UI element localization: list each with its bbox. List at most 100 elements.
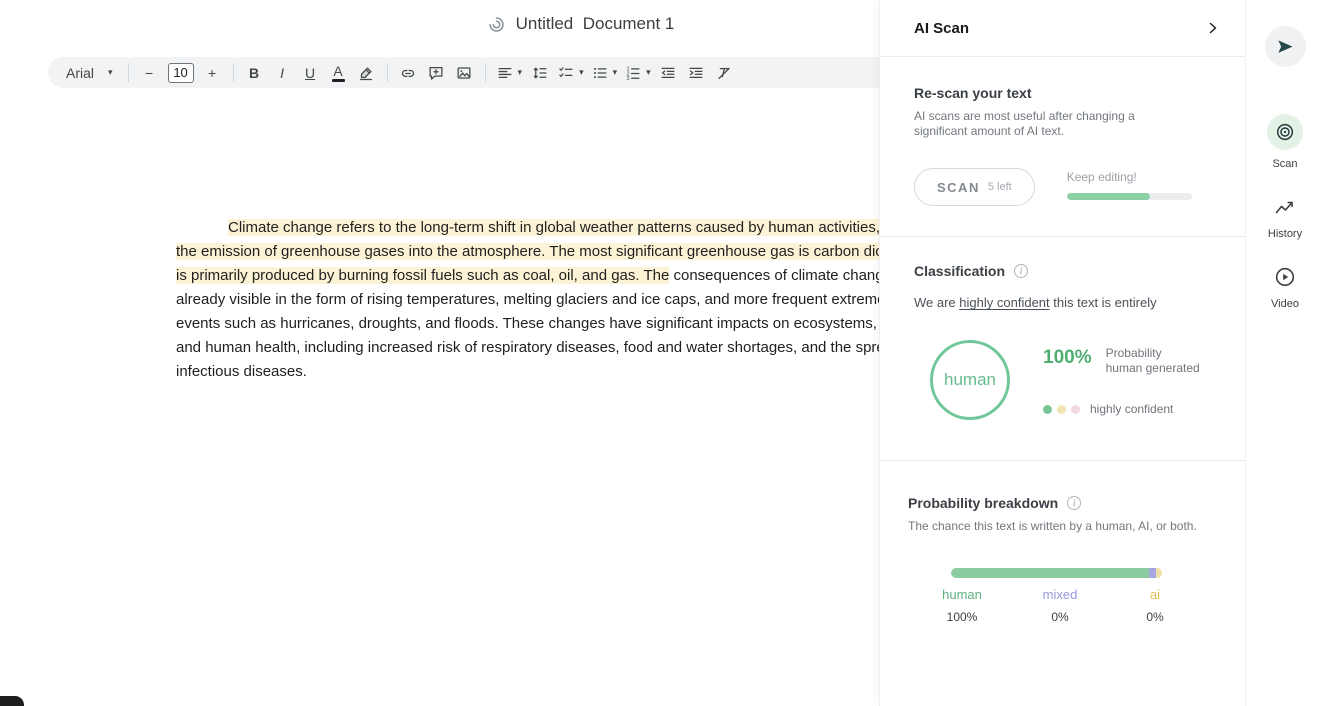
breakdown-ai-column: ai 0% xyxy=(1146,587,1163,624)
probability-percent-label: Probability human generated xyxy=(1106,346,1200,376)
chevron-down-icon: ▾ xyxy=(646,68,651,77)
document-title[interactable]: Untitled Document 1 xyxy=(516,14,675,34)
breakdown-human-column: human 100% xyxy=(942,587,982,624)
breakdown-segment-mixed xyxy=(1149,568,1156,578)
breakdown-value-human: 100% xyxy=(942,610,982,624)
outdent-icon xyxy=(659,64,677,82)
info-icon[interactable]: i xyxy=(1067,496,1081,510)
clear-formatting-button[interactable] xyxy=(711,60,738,86)
keep-editing-label: Keep editing! xyxy=(1067,170,1192,184)
ai-scan-panel-header: AI Scan xyxy=(880,0,1245,57)
confidence-label: highly confident xyxy=(1090,402,1173,416)
badge-label: human xyxy=(944,370,996,390)
chevron-down-icon: ▾ xyxy=(108,68,113,77)
breakdown-segment-ai xyxy=(1156,568,1162,578)
confidence-dot-yellow xyxy=(1057,405,1066,414)
comment-add-icon xyxy=(427,64,445,82)
classification-section: Classification i We are highly confident… xyxy=(880,237,1245,461)
toolbar-divider xyxy=(233,63,234,82)
scan-button-label: SCAN xyxy=(937,180,980,195)
classification-statement: We are highly confident this text is ent… xyxy=(914,295,1215,310)
info-icon[interactable]: i xyxy=(1014,264,1028,278)
sidebar-label-scan: Scan xyxy=(1272,158,1297,170)
text-color-button[interactable]: A xyxy=(325,60,352,86)
breakdown-label-human: human xyxy=(942,587,982,602)
underline-button[interactable]: U xyxy=(297,60,324,86)
breakdown-label-mixed: mixed xyxy=(1043,587,1078,602)
sidebar-item-scan[interactable]: Scan xyxy=(1267,114,1303,170)
chevron-right-icon xyxy=(1205,20,1221,36)
panel-title: AI Scan xyxy=(914,20,969,37)
highlighter-icon xyxy=(357,64,375,82)
breakdown-mixed-column: mixed 0% xyxy=(1043,587,1078,624)
send-icon xyxy=(1275,37,1295,57)
confidence-dots xyxy=(1043,405,1080,414)
bullet-list-icon xyxy=(591,64,609,82)
breakdown-value-ai: 0% xyxy=(1146,610,1163,624)
keep-editing-progress-fill xyxy=(1067,193,1151,200)
indent-icon xyxy=(687,64,705,82)
rescan-heading: Re-scan your text xyxy=(914,85,1215,101)
decrease-indent-button[interactable] xyxy=(655,60,682,86)
statement-suffix: this text is entirely xyxy=(1053,295,1156,310)
checklist-button[interactable]: ▾ xyxy=(554,60,587,86)
sidebar-item-history[interactable]: History xyxy=(1267,194,1303,240)
sidebar-label-history: History xyxy=(1268,228,1302,240)
rescan-section: Re-scan your text AI scans are most usef… xyxy=(880,57,1245,237)
ai-scan-panel: AI Scan Re-scan your text AI scans are m… xyxy=(879,0,1245,706)
align-left-icon xyxy=(496,64,514,82)
increase-indent-button[interactable] xyxy=(683,60,710,86)
italic-button[interactable]: I xyxy=(269,60,296,86)
decrease-font-size-button[interactable]: − xyxy=(136,60,163,86)
chevron-down-icon: ▾ xyxy=(518,68,523,77)
link-icon xyxy=(399,64,417,82)
video-play-icon xyxy=(1273,265,1297,289)
history-chart-icon xyxy=(1273,195,1297,219)
chevron-down-icon: ▾ xyxy=(579,68,584,77)
sidebar-item-video[interactable]: Video xyxy=(1267,264,1303,310)
app-logo-icon xyxy=(487,15,506,34)
breakdown-bar xyxy=(951,568,1162,578)
breakdown-heading: Probability breakdown xyxy=(908,495,1058,511)
statement-prefix: We are xyxy=(914,295,956,310)
brand-send-button[interactable] xyxy=(1265,26,1306,67)
scans-left-badge: 5 left xyxy=(988,181,1012,193)
collapse-panel-button[interactable] xyxy=(1205,20,1221,36)
confidence-dot-pink xyxy=(1071,405,1080,414)
increase-font-size-button[interactable]: + xyxy=(199,60,226,86)
numbered-list-icon: 1 2 3 xyxy=(624,64,642,82)
classification-badge: human xyxy=(930,340,1010,420)
scan-button[interactable]: SCAN 5 left xyxy=(914,168,1035,206)
line-spacing-icon xyxy=(531,64,549,82)
add-comment-button[interactable] xyxy=(423,60,450,86)
video-icon-wrap xyxy=(1267,264,1303,290)
bullet-list-button[interactable]: ▾ xyxy=(588,60,621,86)
image-icon xyxy=(455,64,473,82)
line-spacing-button[interactable] xyxy=(526,60,553,86)
breakdown-label-ai: ai xyxy=(1146,587,1163,602)
scan-target-icon xyxy=(1274,121,1296,143)
insert-link-button[interactable] xyxy=(395,60,422,86)
numbered-list-button[interactable]: 1 2 3 ▾ xyxy=(621,60,654,86)
breakdown-segment-human xyxy=(951,568,1149,578)
font-family-select[interactable]: Arial ▾ xyxy=(58,60,121,86)
document-text[interactable]: Climate change refers to the long-term s… xyxy=(176,216,966,384)
breakdown-description: The chance this text is written by a hum… xyxy=(908,519,1215,534)
history-icon-wrap xyxy=(1267,194,1303,220)
scan-icon-wrap xyxy=(1267,114,1303,150)
highlight-color-button[interactable] xyxy=(353,60,380,86)
highly-confident-link[interactable]: highly confident xyxy=(959,295,1049,310)
confidence-dot-green xyxy=(1043,405,1052,414)
insert-image-button[interactable] xyxy=(451,60,478,86)
keep-editing-progress xyxy=(1067,193,1192,200)
checklist-icon xyxy=(557,64,575,82)
bold-button[interactable]: B xyxy=(241,60,268,86)
toolbar-divider xyxy=(485,63,486,82)
rescan-description: AI scans are most useful after changing … xyxy=(914,109,1169,138)
toolbar-divider xyxy=(128,63,129,82)
breakdown-value-mixed: 0% xyxy=(1043,610,1078,624)
align-button[interactable]: ▾ xyxy=(493,60,526,86)
svg-text:3: 3 xyxy=(627,76,630,82)
probability-breakdown-section: Probability breakdown i The chance this … xyxy=(880,461,1245,667)
font-size-input[interactable]: 10 xyxy=(168,63,194,83)
